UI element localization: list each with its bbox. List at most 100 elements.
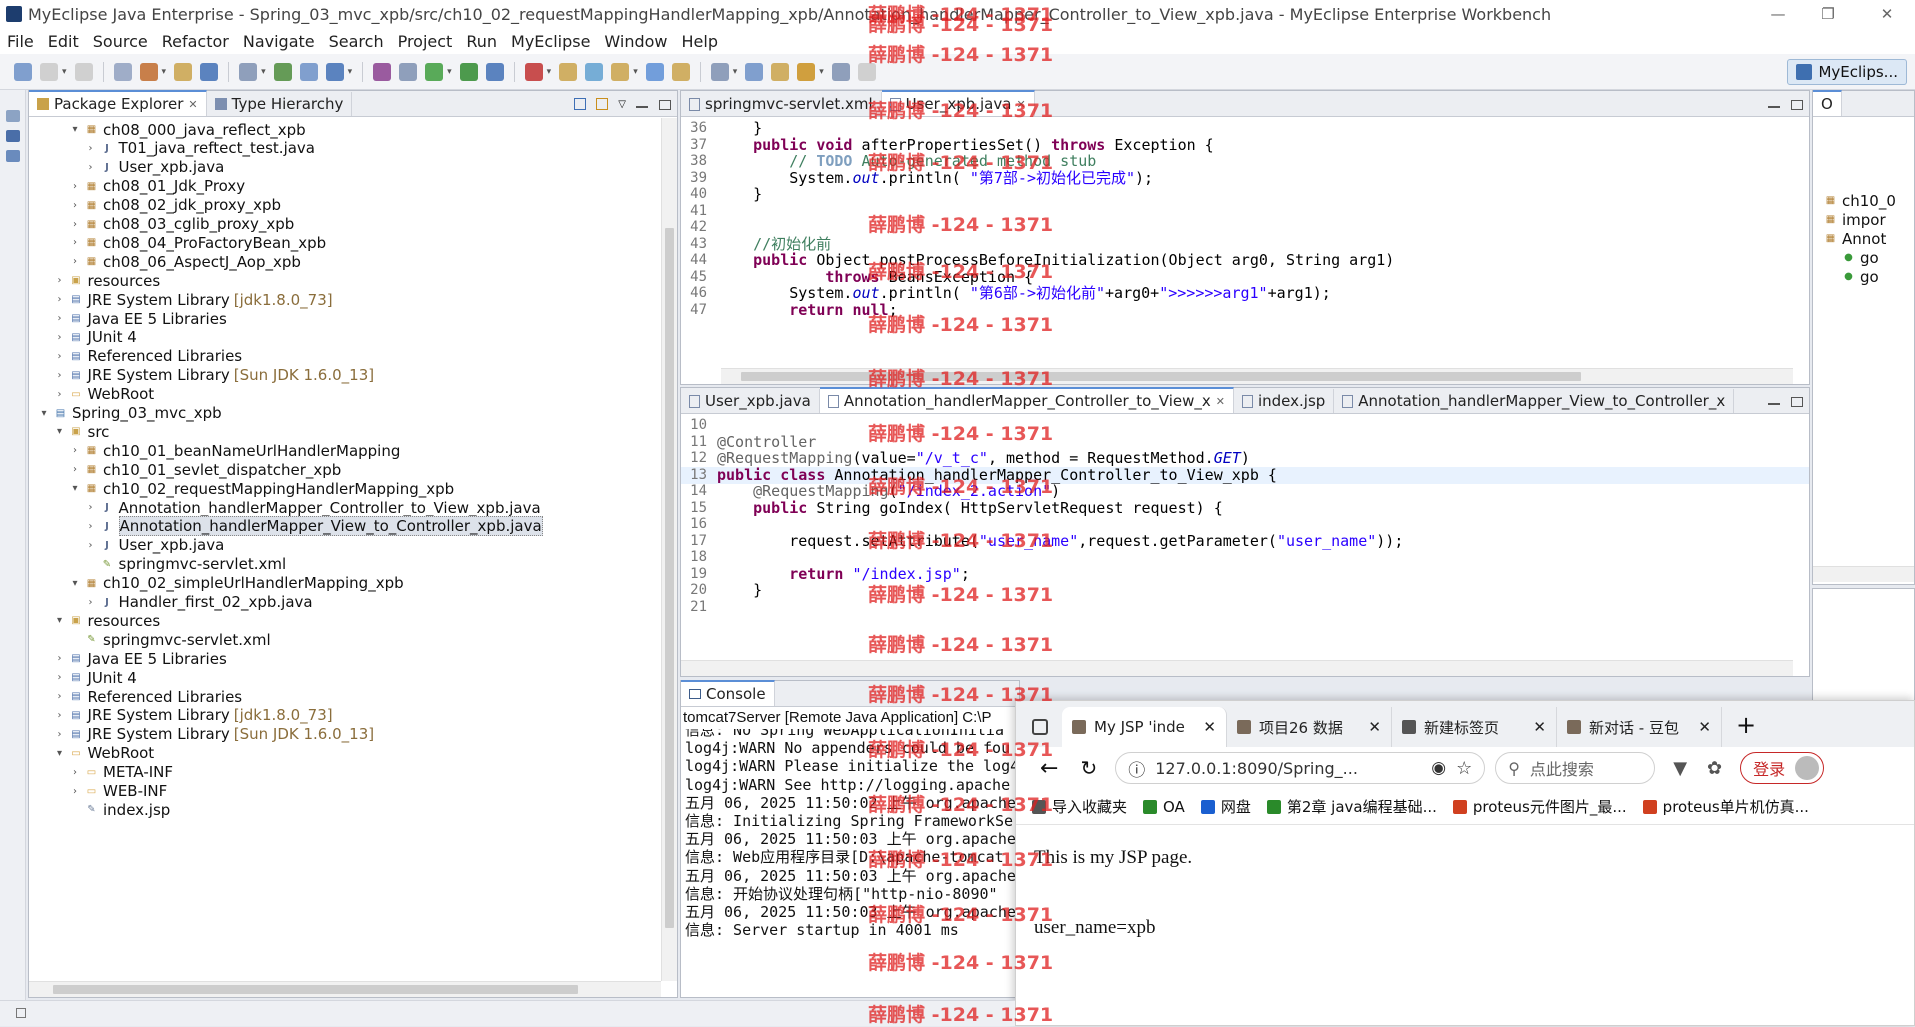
tree-item[interactable]: › ▦ ch10_01_beanNameUrlHandlerMapping: [68, 441, 400, 460]
toolbar-action-icon[interactable]: [14, 62, 32, 81]
expand-toggle-icon[interactable]: ▾: [68, 578, 82, 589]
url-field[interactable]: ⓘ 127.0.0.1:8090/Spring_... ◉ ☆: [1115, 752, 1486, 784]
editor-tab[interactable]: Annotation_handlerMapper_View_to_Control…: [1334, 389, 1735, 413]
tree-item[interactable]: › ▤ Java EE 5 Libraries: [53, 309, 227, 328]
outline-item[interactable]: ▦ impor: [1821, 210, 1886, 229]
tree-item[interactable]: › ▤ Referenced Libraries: [53, 347, 243, 366]
bookmark-item[interactable]: 导入收藏夹: [1032, 796, 1127, 817]
toolbar-action-icon[interactable]: [611, 62, 630, 81]
tree-item[interactable]: › ▤ JUnit 4: [53, 668, 137, 687]
minimized-view-icon[interactable]: [6, 150, 20, 162]
expand-toggle-icon[interactable]: ›: [53, 275, 67, 286]
tab-package-explorer[interactable]: Package Explorer ✕: [29, 90, 207, 116]
expand-toggle-icon[interactable]: ▾: [37, 408, 51, 419]
close-tab-icon[interactable]: ✕: [1533, 718, 1546, 736]
menu-search[interactable]: Search: [322, 32, 391, 51]
toolbar-action-icon[interactable]: [645, 62, 664, 81]
minimized-view-icon[interactable]: [6, 110, 20, 122]
tree-item[interactable]: › ▦ ch10_01_sevlet_dispatcher_xpb: [68, 460, 341, 479]
expand-toggle-icon[interactable]: ▾: [68, 483, 82, 494]
browser-tab[interactable]: 新建标签页 ✕: [1392, 707, 1557, 747]
toolbar-action-icon[interactable]: [524, 62, 543, 81]
maximize-view-icon[interactable]: [659, 100, 671, 110]
minimize-view-icon[interactable]: [1768, 403, 1780, 405]
tree-item[interactable]: › ▤ JRE System Library [jdk1.8.0_73]: [53, 290, 333, 309]
menu-project[interactable]: Project: [391, 32, 460, 51]
editor-bottom-horizontal-scrollbar[interactable]: [681, 660, 1793, 676]
expand-toggle-icon[interactable]: ›: [68, 219, 82, 230]
toolbar-action-icon[interactable]: [139, 62, 158, 81]
search-input[interactable]: ⚲ 点此搜索: [1495, 752, 1656, 784]
browser-tab[interactable]: 新对话 - 豆包 ✕: [1557, 707, 1722, 747]
expand-toggle-icon[interactable]: ›: [68, 256, 82, 267]
toolbar-action-icon[interactable]: [745, 62, 764, 81]
expand-toggle-icon[interactable]: ▾: [68, 124, 82, 135]
editor-tab[interactable]: User_xpb.java ✕: [881, 90, 1035, 116]
tree-item[interactable]: › ▤ Referenced Libraries: [53, 687, 243, 706]
toolbar-action-icon[interactable]: [40, 62, 58, 81]
link-editor-icon[interactable]: [596, 98, 609, 110]
tab-type-hierarchy[interactable]: Type Hierarchy: [207, 92, 353, 116]
expand-toggle-icon[interactable]: ›: [84, 597, 98, 608]
tree-item[interactable]: ▾ ▭ WebRoot: [53, 744, 154, 763]
menu-source[interactable]: Source: [86, 32, 155, 51]
editor-top-horizontal-scrollbar[interactable]: [721, 368, 1793, 384]
expand-toggle-icon[interactable]: ›: [84, 502, 98, 513]
toolbar-action-icon[interactable]: [299, 62, 318, 81]
tree-item[interactable]: › J User_xpb.java: [84, 536, 225, 555]
expand-toggle-icon[interactable]: ▾: [53, 426, 67, 437]
toolbar-action-icon[interactable]: [831, 62, 850, 81]
minimize-view-icon[interactable]: [1768, 106, 1780, 108]
expand-toggle-icon[interactable]: ›: [68, 181, 82, 192]
editor-tab[interactable]: springmvc-servlet.xml: [681, 92, 882, 116]
editor-tab[interactable]: User_xpb.java: [681, 389, 820, 413]
toolbar-action-icon[interactable]: [671, 62, 690, 81]
bookmark-item[interactable]: 第2章 java编程基础...: [1266, 796, 1437, 817]
tree-item[interactable]: › ▭ WebRoot: [53, 385, 155, 404]
dropdown-arrow-icon[interactable]: ▾: [348, 67, 353, 77]
close-tab-icon[interactable]: ✕: [1016, 98, 1025, 111]
toolbar-action-icon[interactable]: [273, 62, 292, 81]
close-tab-icon[interactable]: ✕: [1368, 718, 1381, 736]
back-icon[interactable]: ←: [1040, 756, 1058, 781]
expand-toggle-icon[interactable]: ›: [53, 294, 67, 305]
tree-item[interactable]: › ▤ JRE System Library [Sun JDK 1.6.0_13]: [53, 366, 375, 385]
dropdown-arrow-icon[interactable]: ▾: [547, 67, 552, 77]
login-button[interactable]: 登录: [1740, 752, 1825, 784]
expand-toggle-icon[interactable]: ›: [84, 143, 98, 154]
browser-tab[interactable]: My JSP 'inde ✕: [1062, 707, 1227, 747]
toolbar-action-icon[interactable]: [710, 62, 729, 81]
toolbar-action-icon[interactable]: [459, 62, 478, 81]
tree-item[interactable]: ✎ index.jsp: [68, 800, 170, 819]
tree-item[interactable]: › ▦ ch08_06_AspectJ_Aop_xpb: [68, 252, 301, 271]
toolbar-action-icon[interactable]: [373, 62, 392, 81]
expand-toggle-icon[interactable]: ›: [68, 445, 82, 456]
expand-toggle-icon[interactable]: ›: [53, 389, 67, 400]
view-menu-icon[interactable]: ▽: [618, 99, 626, 110]
menu-edit[interactable]: Edit: [41, 32, 86, 51]
toolbar-action-icon[interactable]: [585, 62, 604, 81]
perspective-switcher[interactable]: MyEclips...: [1787, 59, 1907, 85]
outline-horizontal-scrollbar[interactable]: [1813, 566, 1914, 582]
tree-item[interactable]: › ▤ JRE System Library [jdk1.8.0_73]: [53, 706, 333, 725]
tree-item[interactable]: › ▣ resources: [53, 271, 161, 290]
tab-actions-icon[interactable]: [1032, 719, 1048, 735]
maximize-view-icon[interactable]: [1791, 100, 1803, 110]
expand-toggle-icon[interactable]: ›: [68, 767, 82, 778]
browser-tab[interactable]: 项目26 数据 ✕: [1227, 707, 1392, 747]
expand-toggle-icon[interactable]: ▾: [53, 748, 67, 759]
outline-item[interactable]: ● go: [1839, 267, 1879, 286]
dropdown-arrow-icon[interactable]: ▾: [162, 67, 167, 77]
tree-item[interactable]: › ▦ ch08_04_ProFactoryBean_xpb: [68, 233, 326, 252]
close-tab-icon[interactable]: ✕: [188, 98, 197, 111]
toolbar-action-icon[interactable]: [485, 62, 504, 81]
expand-toggle-icon[interactable]: ›: [68, 200, 82, 211]
expand-toggle-icon[interactable]: ›: [53, 653, 67, 664]
tree-item[interactable]: › ▦ ch08_03_cglib_proxy_xpb: [68, 215, 294, 234]
toolbar-action-icon[interactable]: [425, 62, 444, 81]
tree-item[interactable]: › J Handler_first_02_xpb.java: [84, 593, 313, 612]
expand-toggle-icon[interactable]: ▾: [53, 615, 67, 626]
collapse-all-icon[interactable]: [574, 98, 587, 110]
dropdown-arrow-icon[interactable]: ▾: [447, 67, 452, 77]
close-tab-icon[interactable]: ✕: [1698, 718, 1711, 736]
